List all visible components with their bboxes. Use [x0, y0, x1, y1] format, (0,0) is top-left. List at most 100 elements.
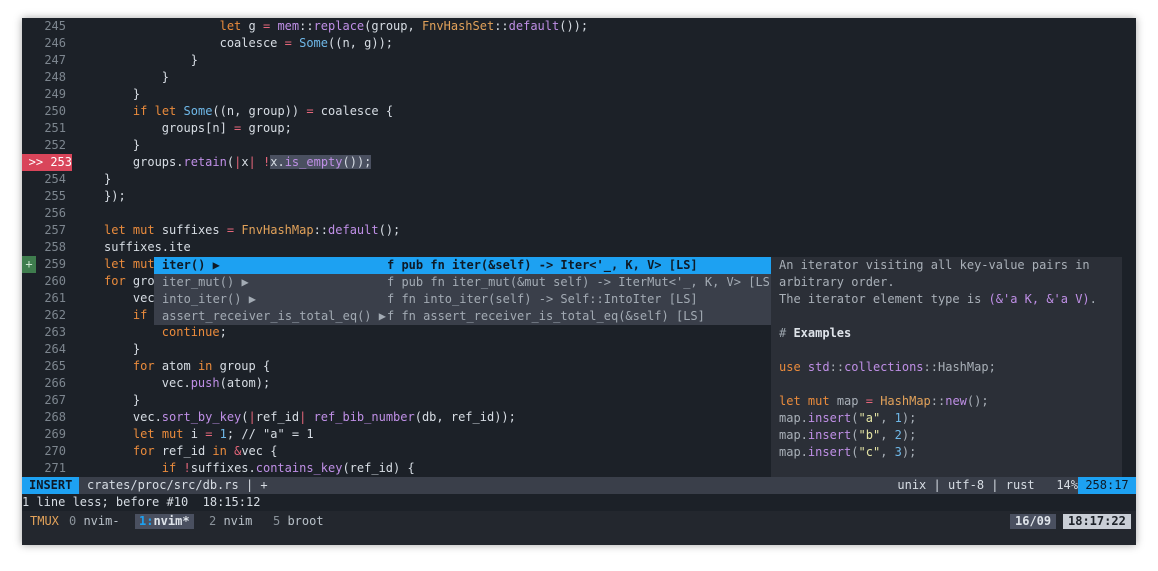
code-line[interactable]: 247 } [22, 52, 1136, 69]
code-line[interactable]: 258 suffixes.ite [22, 239, 1136, 256]
current-line-number: >> 253 [22, 154, 72, 171]
completion-word: assert_receiver_is_total_eq() ▶ [162, 309, 386, 323]
line-number: 271 [44, 461, 66, 475]
line-number: 251 [44, 121, 66, 135]
completion-item[interactable]: assert_receiver_is_total_eq() ▶ f fn asse… [154, 308, 771, 325]
file-name: crates/proc/src/db.rs | + [87, 478, 268, 492]
code-line[interactable]: >> 253 groups.retain(|x| !x.is_empty()); [22, 154, 1136, 171]
line-text: } [104, 393, 141, 407]
line-text: } [104, 138, 141, 152]
doc-line: arbitrary order. [779, 275, 895, 289]
doc-line: map.insert("a", 1); [779, 411, 917, 425]
tmux-window-5[interactable]: 5 broot [269, 514, 328, 529]
code-line[interactable]: 249 } [22, 86, 1136, 103]
line-text: } [104, 172, 112, 186]
line-number: 259 [44, 257, 66, 271]
line-text: continue; [161, 325, 227, 339]
code-line[interactable]: 255}); [22, 188, 1136, 205]
line-number: 270 [44, 444, 66, 458]
line-number: 263 [44, 325, 66, 339]
line-number: 245 [44, 19, 66, 33]
line-number: 246 [44, 36, 66, 50]
doc-line: let mut map = HashMap::new(); [779, 394, 989, 408]
doc-line: use std::collections::HashMap; [779, 360, 996, 374]
completion-signature: f fn into_iter(self) -> Self::IntoIter [… [387, 292, 698, 306]
code-line[interactable]: 257 let mut suffixes = FnvHashMap::defaul… [22, 222, 1136, 239]
code-line[interactable]: 254} [22, 171, 1136, 188]
doc-line: An iterator visiting all key-value pairs… [779, 258, 1090, 272]
line-number: 260 [44, 274, 66, 288]
line-text: suffixes.ite [104, 240, 191, 254]
line-number: 262 [44, 308, 66, 322]
completion-word: iter() ▶ [162, 258, 220, 272]
command-line[interactable]: 1 line less; before #10 18:15:12 [22, 494, 1136, 511]
line-number: 258 [44, 240, 66, 254]
completion-item[interactable]: into_iter() ▶ f fn into_iter(self) -> Sel… [154, 291, 771, 308]
line-text: coalesce = Some((n, g)); [104, 36, 394, 50]
code-line[interactable]: 256 [22, 205, 1136, 222]
completion-item[interactable]: iter() ▶ f pub fn iter(&self) -> Iter<'_,… [154, 257, 771, 274]
line-number: 252 [44, 138, 66, 152]
line-number: 255 [44, 189, 66, 203]
line-text: let mut i = 1; // "a" = 1 [132, 427, 314, 441]
completion-word: iter_mut() ▶ [162, 275, 249, 289]
cursor-position: 258:17 [1078, 477, 1136, 494]
terminal-window: 245 let g = mem::replace(group, FnvHashS… [22, 18, 1136, 545]
line-number: 265 [44, 359, 66, 373]
line-number: 247 [44, 53, 66, 67]
line-text: vec.push(atom); [104, 376, 271, 390]
line-text: let g = mem::replace(group, FnvHashSet::… [219, 19, 589, 33]
line-number: 256 [44, 206, 66, 220]
line-number: 261 [44, 291, 66, 305]
line-text: } [104, 342, 141, 356]
completion-word: into_iter() ▶ [162, 292, 256, 306]
line-text: for atom in group { [132, 359, 271, 373]
mode-indicator: INSERT [22, 477, 80, 494]
completion-item[interactable]: iter_mut() ▶ f pub fn iter_mut(&mut self)… [154, 274, 777, 291]
line-text: let mut [104, 257, 155, 271]
line-number: 257 [44, 223, 66, 237]
status-line: INSERT crates/proc/src/db.rs | + unix | … [22, 477, 1136, 494]
line-text: vec.sort_by_key(|ref_id| ref_bib_number(… [104, 410, 516, 424]
doc-line: map.insert("c", 3); [779, 445, 917, 459]
code-line[interactable]: 250 if let Some((n, group)) = coalesce { [22, 103, 1136, 120]
line-text: } [104, 53, 198, 67]
code-line[interactable]: 252 } [22, 137, 1136, 154]
completion-signature: f pub fn iter_mut(&mut self) -> IterMut<… [387, 275, 778, 289]
line-number: 248 [44, 70, 66, 84]
line-number: 249 [44, 87, 66, 101]
line-number: 250 [44, 104, 66, 118]
tmux-window-0[interactable]: 0 nvim- [65, 514, 124, 529]
line-number: 268 [44, 410, 66, 424]
code-line[interactable]: 245 let g = mem::replace(group, FnvHashS… [22, 18, 1136, 35]
line-text: for ref_id in &vec { [132, 444, 278, 458]
tmux-window-1[interactable]: 1:nvim* [135, 514, 194, 529]
line-text: } [104, 87, 141, 101]
line-text: groups[n] = group; [104, 121, 292, 135]
completion-signature: f pub fn iter(&self) -> Iter<'_, K, V> [… [387, 258, 698, 272]
code-line[interactable]: 251 groups[n] = group; [22, 120, 1136, 137]
completion-signature: f fn assert_receiver_is_total_eq(&self) … [387, 309, 705, 323]
doc-line: The iterator element type is (&'a K, &'a… [779, 292, 1097, 306]
documentation-popup: An iterator visiting all key-value pairs… [771, 257, 1122, 477]
line-text: } [104, 70, 170, 84]
tmux-date: 16/09 [1010, 514, 1057, 529]
tmux-status-bar: TMUX 0 nvim- 1:nvim* 2 nvim 5 broot 16/0… [22, 511, 1136, 545]
line-text: }); [104, 189, 126, 203]
line-number: 266 [44, 376, 66, 390]
line-number: 267 [44, 393, 66, 407]
line-text: groups.retain(|x| !x.is_empty()); [104, 155, 372, 169]
file-info: unix | utf-8 | rust 14% [897, 478, 1078, 492]
line-number: 264 [44, 342, 66, 356]
tmux-time: 18:17:22 [1063, 514, 1131, 529]
code-line[interactable]: 248 } [22, 69, 1136, 86]
tmux-window-2[interactable]: 2 nvim [205, 514, 256, 529]
doc-line: map.insert("b", 2); [779, 428, 917, 442]
line-text: if !suffixes.contains_key(ref_id) { [161, 461, 415, 475]
completion-menu[interactable]: iter() ▶ f pub fn iter(&self) -> Iter<'_,… [154, 257, 777, 325]
tmux-label: TMUX [30, 514, 59, 528]
line-number: 254 [44, 172, 66, 186]
line-text: let mut suffixes = FnvHashMap::default()… [104, 223, 401, 237]
code-line[interactable]: 246 coalesce = Some((n, g)); [22, 35, 1136, 52]
line-number: 269 [44, 427, 66, 441]
